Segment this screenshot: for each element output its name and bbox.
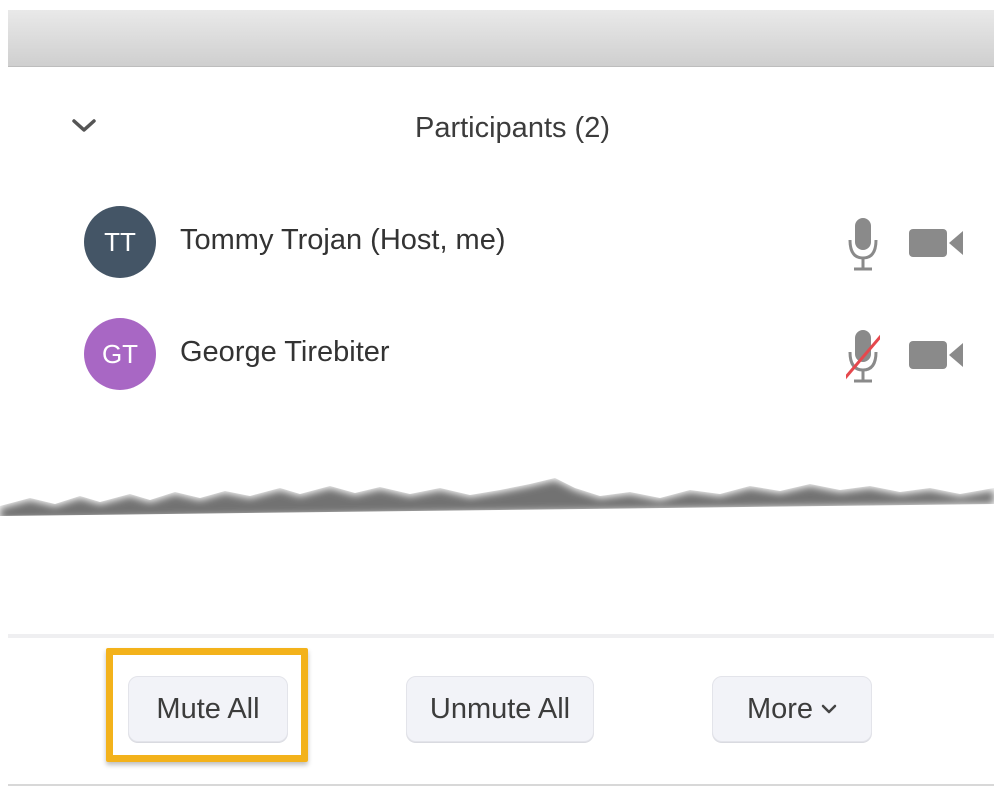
video-camera-icon[interactable] bbox=[909, 226, 965, 260]
torn-edge-divider bbox=[0, 460, 994, 560]
microphone-icon[interactable] bbox=[846, 216, 880, 272]
microphone-muted-icon[interactable] bbox=[846, 328, 880, 384]
participant-row[interactable]: TT Tommy Trojan (Host, me) bbox=[0, 202, 994, 282]
more-button[interactable]: More bbox=[712, 676, 872, 742]
unmute-all-label: Unmute All bbox=[429, 692, 571, 725]
avatar-initials: TT bbox=[104, 226, 136, 257]
participant-name: George Tirebiter bbox=[180, 336, 390, 368]
highlight-annotation-box bbox=[106, 648, 308, 762]
window-title-bar bbox=[8, 10, 994, 67]
more-label: More bbox=[746, 692, 814, 725]
avatar-initials: GT bbox=[101, 338, 139, 369]
unmute-all-button[interactable]: Unmute All bbox=[406, 676, 594, 742]
video-camera-icon[interactable] bbox=[909, 338, 965, 372]
avatar: TT bbox=[84, 206, 156, 278]
participant-row[interactable]: GT George Tirebiter bbox=[0, 316, 994, 396]
avatar: GT bbox=[84, 318, 156, 390]
participant-name: Tommy Trojan (Host, me) bbox=[180, 224, 506, 256]
chevron-down-icon bbox=[821, 704, 837, 714]
participants-title: Participants (2) bbox=[414, 112, 610, 144]
